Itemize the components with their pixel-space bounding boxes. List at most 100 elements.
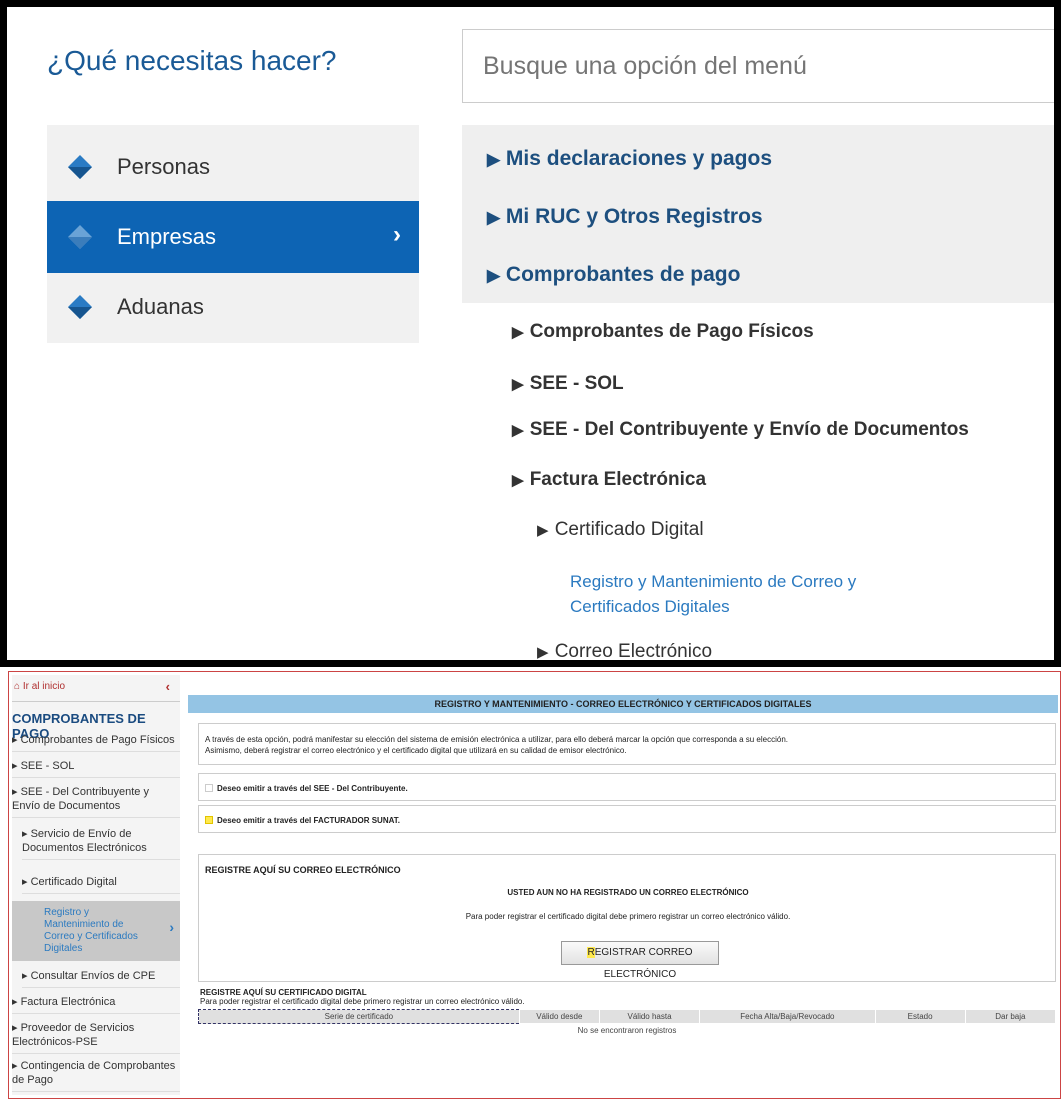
sidebar-item-label: Consultar Envíos de CPE	[30, 970, 156, 982]
menu-link-registro-correo[interactable]: Registro y Mantenimiento de Correo y Cer…	[570, 569, 950, 619]
chevron-right-icon: ›	[169, 919, 174, 935]
col-dar-baja[interactable]: Dar baja	[964, 1009, 1057, 1024]
category-label: Aduanas	[117, 294, 204, 319]
sidebar-item-label: Contingencia de Comprobantes de Pago	[12, 1060, 176, 1086]
menu-item-fisicos[interactable]: ▶ Comprobantes de Pago Físicos	[512, 321, 814, 343]
sidebar-subitem[interactable]: ▸ Certificado Digital	[22, 871, 180, 894]
menu-item-label: SEE - Del Contribuyente y Envío de Docum…	[529, 419, 969, 440]
sidebar-item-label: SEE - SOL	[20, 760, 75, 772]
sidebar-item[interactable]: ▸ Contingencia de Comprobantes de Pago	[12, 1055, 180, 1092]
triangle-right-icon: ▶	[487, 266, 500, 285]
intro-box: A través de esta opción, podrá manifesta…	[198, 723, 1056, 765]
email-section-title: REGISTRE AQUÍ SU CORREO ELECTRÓNICO	[205, 865, 401, 875]
radio-see-contribuyente[interactable]	[205, 784, 213, 792]
page-heading: ¿Qué necesitas hacer?	[47, 45, 337, 76]
category-empresas[interactable]: Empresas ›	[47, 201, 419, 273]
menu-item-label: Comprobantes de pago	[505, 263, 741, 286]
intro-text-1: A través de esta opción, podrá manifesta…	[205, 735, 788, 744]
option-box: Deseo emitir a través del SEE - Del Cont…	[198, 773, 1056, 801]
menu-search-input[interactable]	[462, 29, 1054, 103]
menu-item-label: Certificado Digital	[554, 519, 704, 540]
home-label: Ir al inicio	[22, 681, 66, 692]
sidebar-item-label: Servicio de Envío de Documentos Electrón…	[22, 828, 147, 854]
category-aduanas[interactable]: Aduanas	[47, 271, 419, 343]
chevron-right-icon: ›	[393, 221, 401, 248]
menu-item-label: Mi RUC y Otros Registros	[505, 205, 763, 228]
email-hint: Para poder registrar el certificado digi…	[465, 912, 791, 921]
triangle-right-icon: ▶	[512, 376, 524, 393]
triangle-right-icon: ▶	[487, 208, 500, 227]
col-fecha[interactable]: Fecha Alta/Baja/Revocado	[699, 1009, 876, 1024]
menu-item-see-sol[interactable]: ▶ SEE - SOL	[512, 373, 624, 395]
page-title: REGISTRO Y MANTENIMIENTO - CORREO ELECTR…	[188, 695, 1058, 713]
sidebar-item[interactable]: ▸ SEE - SOL	[12, 755, 180, 778]
option-see-contribuyente[interactable]: Deseo emitir a través del SEE - Del Cont…	[205, 783, 408, 794]
button-hotkey: R	[587, 947, 595, 958]
sidebar-subitem[interactable]: ▸ Servicio de Envío de Documentos Electr…	[22, 823, 180, 860]
email-box: REGISTRE AQUÍ SU CORREO ELECTRÓNICO USTE…	[198, 854, 1056, 982]
category-panel: Personas Empresas › Aduanas	[47, 125, 419, 343]
intro-text-2: Asimismo, deberá registrar el correo ele…	[205, 746, 627, 755]
button-label: EGISTRAR CORREO ELECTRÓNICO	[594, 947, 693, 980]
table-row: No se encontraron registros	[199, 1024, 1056, 1038]
sidebar-subitem[interactable]: ▸ Consultar Envíos de CPE	[22, 965, 180, 988]
sidebar-item[interactable]: ▸ Comprobantes de Pago Físicos	[12, 729, 180, 752]
menu-item-label: Factura Electrónica	[529, 469, 707, 490]
col-valido-hasta[interactable]: Válido hasta	[598, 1009, 701, 1024]
menu-item-factura[interactable]: ▶ Factura Electrónica	[512, 469, 706, 491]
register-email-button[interactable]: REGISTRAR CORREO ELECTRÓNICO	[561, 941, 719, 980]
sidebar-item-active[interactable]: Registro y Mantenimiento de Correo y Cer…	[12, 901, 180, 961]
menu-screenshot-bottom: ⌂ Ir al inicio ‹ COMPROBANTES DE PAGO ▸ …	[0, 667, 1061, 1099]
category-label: Empresas	[117, 224, 217, 249]
sidebar-item-label: Registro y Mantenimiento de Correo y Cer…	[44, 907, 138, 954]
col-serie[interactable]: Serie de certificado	[198, 1009, 520, 1024]
sunat-diamond-icon	[68, 295, 92, 319]
empty-message: No se encontraron registros	[577, 1026, 677, 1036]
triangle-right-icon: ▶	[537, 522, 549, 539]
sunat-diamond-icon	[68, 225, 92, 249]
collapse-icon[interactable]: ‹	[166, 679, 170, 694]
sidebar-item-label: Certificado Digital	[30, 876, 117, 888]
cert-hint: Para poder registrar el certificado digi…	[200, 997, 525, 1006]
option-label: Deseo emitir a través del SEE - Del Cont…	[217, 784, 408, 793]
category-personas[interactable]: Personas	[47, 131, 419, 203]
menu-tree: ▶ Mis declaraciones y pagos ▶ Mi RUC y Otr…	[462, 125, 1054, 666]
divider	[0, 660, 1061, 667]
menu-screenshot-top: ¿Qué necesitas hacer? Personas Empresas …	[0, 0, 1061, 666]
table-header-row: Serie de certificado Válido desde Válido…	[198, 1009, 1057, 1024]
menu-item-label: Mis declaraciones y pagos	[505, 147, 773, 170]
sidebar-item-label: SEE - Del Contribuyente y Envío de Docum…	[12, 786, 149, 812]
menu-item-declaraciones[interactable]: ▶ Mis declaraciones y pagos	[487, 147, 772, 171]
category-label: Personas	[117, 154, 210, 179]
menu-item-certificado[interactable]: ▶ Certificado Digital	[537, 519, 704, 541]
menu-item-label: Comprobantes de Pago Físicos	[529, 321, 814, 342]
sidebar-item[interactable]: ▸ Proveedor de Servicios Electrónicos-PS…	[12, 1017, 180, 1054]
triangle-right-icon: ▶	[512, 472, 524, 489]
main-content: REGISTRO Y MANTENIMIENTO - CORREO ELECTR…	[188, 695, 1058, 1095]
email-status: USTED AUN NO HA REGISTRADO UN CORREO ELE…	[507, 888, 749, 897]
home-icon: ⌂	[14, 681, 23, 692]
option-label: Deseo emitir a través del FACTURADOR SUN…	[217, 816, 401, 825]
menu-item-comprobantes[interactable]: ▶ Comprobantes de pago	[487, 263, 740, 287]
sidebar-item[interactable]: ▸ Factura Electrónica	[12, 991, 180, 1014]
sidebar-item-label: Proveedor de Servicios Electrónicos-PSE	[12, 1022, 135, 1048]
col-valido-desde[interactable]: Válido desde	[518, 1009, 600, 1024]
menu-item-label: SEE - SOL	[529, 373, 624, 394]
home-link[interactable]: ⌂ Ir al inicio	[14, 681, 65, 692]
col-estado[interactable]: Estado	[874, 1009, 966, 1024]
option-facturador[interactable]: Deseo emitir a través del FACTURADOR SUN…	[205, 815, 400, 826]
option-box: Deseo emitir a través del FACTURADOR SUN…	[198, 805, 1056, 833]
menu-item-label: Correo Electrónico	[554, 641, 713, 662]
sidebar: ⌂ Ir al inicio ‹ COMPROBANTES DE PAGO ▸ …	[12, 675, 180, 1095]
triangle-right-icon: ▶	[512, 324, 524, 341]
triangle-right-icon: ▶	[512, 422, 524, 439]
menu-item-see-contribuyente[interactable]: ▶ SEE - Del Contribuyente y Envío de Docu…	[512, 419, 969, 441]
sidebar-item[interactable]: ▸ SEE - Del Contribuyente y Envío de Doc…	[12, 781, 180, 818]
divider	[12, 701, 180, 702]
cert-table: Serie de certificado Válido desde Válido…	[198, 1009, 1057, 1038]
triangle-right-icon: ▶	[487, 150, 500, 169]
sidebar-item-label: Factura Electrónica	[20, 996, 116, 1008]
triangle-right-icon: ▶	[537, 644, 549, 661]
menu-item-ruc[interactable]: ▶ Mi RUC y Otros Registros	[487, 205, 763, 229]
radio-facturador[interactable]	[205, 816, 213, 824]
